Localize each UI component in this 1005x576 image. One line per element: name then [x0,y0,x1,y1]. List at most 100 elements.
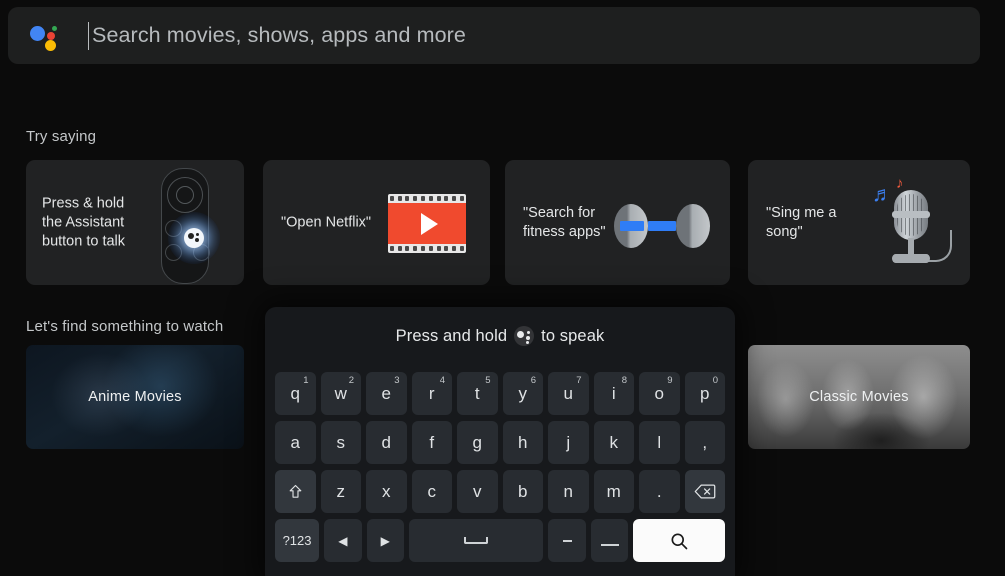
key-superscript: 5 [485,375,491,386]
tv-remote-assistant-icon [126,160,236,285]
key-g[interactable]: g [457,421,498,464]
key-label: z [336,481,346,501]
key-y[interactable]: 6 y [502,372,543,415]
key-m[interactable]: m [593,470,634,513]
keyboard-row-2: a s d f g h j k l , [275,421,725,464]
key-label: w [334,383,347,403]
key-label: j [566,432,571,452]
music-note-blue-icon: ♬ [872,183,893,206]
key-label: d [381,432,391,452]
key-period[interactable]: . [639,470,680,513]
watch-tile-classic-movies[interactable]: Classic Movies [748,345,970,449]
suggestion-card-label: "Open Netflix" [281,214,372,230]
key-symbols[interactable]: ?123 [275,519,320,562]
key-i[interactable]: 8 i [593,372,634,415]
keyboard-row-1: 1 q 2 w 3 e 4 r 5 t 6 y 7 u 8 i 9 o 0 p [275,372,725,415]
space-icon [464,537,489,544]
key-n[interactable]: n [548,470,589,513]
key-c[interactable]: c [411,470,452,513]
assistant-dot-green [52,25,57,31]
key-comma[interactable]: , [684,421,725,464]
google-assistant-icon [514,326,535,346]
key-label: e [381,383,391,403]
key-h[interactable]: h [502,421,543,464]
key-p[interactable]: 0 p [684,372,725,415]
key-v[interactable]: v [457,470,498,513]
key-j[interactable]: j [548,421,589,464]
key-a[interactable]: a [275,421,316,464]
key-x[interactable]: x [366,470,407,513]
key-superscript: 7 [576,375,582,386]
key-label: m [606,481,621,501]
arrow-left-icon: ◀ [338,533,348,548]
key-f[interactable]: f [411,421,452,464]
suggestion-card-fitness[interactable]: "Search for fitness apps" [505,160,730,285]
shift-icon [287,483,304,500]
key-backspace[interactable] [684,470,725,513]
key-r[interactable]: 4 r [411,372,452,415]
key-superscript: 9 [667,375,673,386]
key-search-submit[interactable] [633,519,725,562]
arrow-right-icon: ▶ [380,533,390,548]
key-e[interactable]: 3 e [366,372,407,415]
key-z[interactable]: z [320,470,361,513]
key-label: p [700,383,710,403]
hyphen-icon [562,539,572,542]
suggestion-card-netflix[interactable]: "Open Netflix" [263,160,490,285]
key-superscript: 8 [621,375,627,386]
microphone-music-note-icon: ♬ ♪ [852,160,962,285]
key-label: h [518,432,528,452]
watch-tile-anime-movies[interactable]: Anime Movies [26,345,244,449]
android-tv-search-screen: Search movies, shows, apps and more Try … [0,0,1005,576]
try-saying-heading: Try saying [26,128,97,145]
key-label: l [657,432,662,452]
assistant-dot-red [47,31,55,40]
key-label: i [611,383,616,403]
key-label: o [654,383,664,403]
key-underscore[interactable] [590,519,629,562]
key-label: ?123 [282,533,312,548]
key-b[interactable]: b [502,470,543,513]
keyboard-row-4: ?123 ◀ ▶ [275,519,725,562]
keyboard-hint-prefix: Press and hold [395,326,508,345]
backspace-icon [694,483,716,500]
key-q[interactable]: 1 q [275,372,316,415]
key-label: r [428,383,435,403]
search-input[interactable]: Search movies, shows, apps and more [8,7,980,64]
film-strip-play-icon [372,160,482,285]
key-superscript: 4 [439,375,445,386]
key-label: n [563,481,573,501]
key-label: v [473,481,482,501]
key-superscript: 6 [530,375,536,386]
key-label: t [474,383,480,403]
key-d[interactable]: d [366,421,407,464]
key-l[interactable]: l [639,421,680,464]
suggestion-card-sing[interactable]: "Sing me a song" ♬ ♪ [748,160,970,285]
key-k[interactable]: k [593,421,634,464]
suggestion-card-assistant[interactable]: Press & hold the Assistant button to tal… [26,160,244,285]
music-note-red-icon: ♪ [896,175,904,192]
key-arrow-right[interactable]: ▶ [366,519,404,562]
find-something-to-watch-heading: Let's find something to watch [26,318,224,335]
key-space[interactable] [408,519,544,562]
key-o[interactable]: 9 o [639,372,680,415]
keyboard-hint-suffix: to speak [541,326,605,345]
key-superscript: 1 [303,375,309,386]
key-label: k [609,432,619,452]
keyboard-row-3: z x c v b n m . [275,470,725,513]
key-u[interactable]: 7 u [548,372,589,415]
search-placeholder-text: Search movies, shows, apps and more [92,23,466,47]
google-assistant-icon [30,21,60,51]
underscore-icon [600,544,619,546]
key-s[interactable]: s [320,421,361,464]
key-t[interactable]: 5 t [457,372,498,415]
key-arrow-left[interactable]: ◀ [324,519,362,562]
key-superscript: 3 [394,375,400,386]
key-hyphen[interactable] [548,519,586,562]
key-shift[interactable] [275,470,316,513]
key-label: x [382,481,391,501]
key-superscript: 2 [348,375,354,386]
on-screen-keyboard: Press and hold to speak 1 q 2 w 3 e 4 r [265,307,735,576]
key-w[interactable]: 2 w [320,372,361,415]
watch-tile-label: Anime Movies [88,389,182,405]
